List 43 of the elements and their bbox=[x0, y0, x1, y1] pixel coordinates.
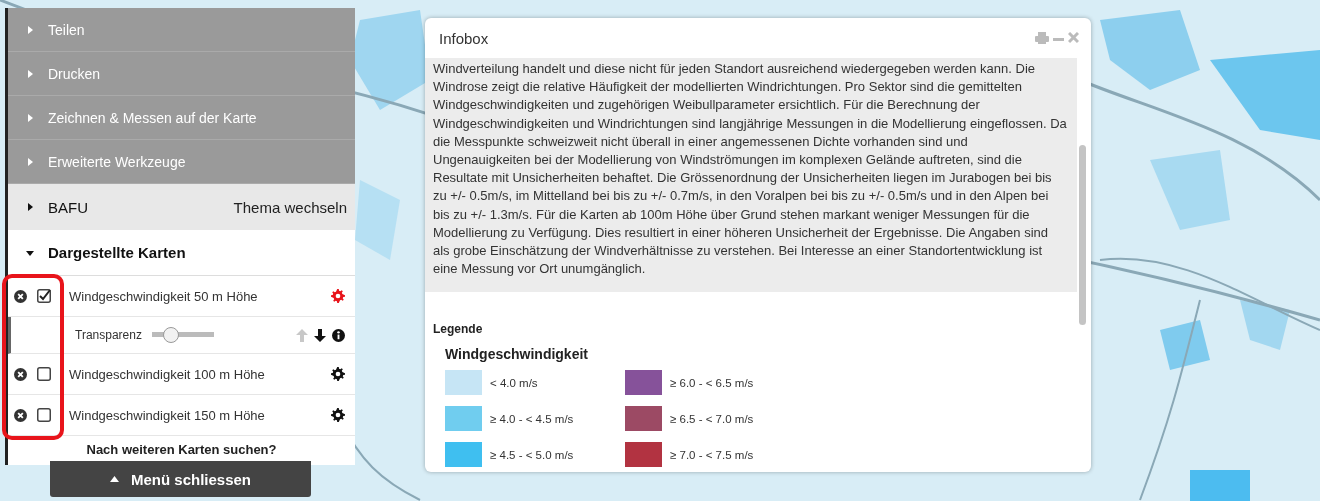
layer-name: Windgeschwindigkeit 150 m Höhe bbox=[69, 407, 266, 423]
legend-heading: Legende bbox=[433, 322, 484, 337]
close-menu-button[interactable]: Menü schliessen bbox=[50, 461, 311, 497]
theme-switch-link[interactable]: Thema wechseln bbox=[233, 198, 347, 216]
infobox-title: Infobox bbox=[439, 29, 489, 47]
caret-icon bbox=[26, 113, 34, 122]
legend-label: ≥ 4.0 - < 4.5 m/s bbox=[490, 412, 574, 425]
remove-icon[interactable] bbox=[14, 367, 27, 381]
caret-icon bbox=[26, 157, 34, 166]
checkbox[interactable] bbox=[37, 367, 51, 381]
menu-label: BAFU bbox=[48, 198, 89, 216]
scrollbar-thumb[interactable] bbox=[1079, 145, 1086, 325]
checkbox[interactable] bbox=[37, 408, 51, 422]
menu-label: Dargestellte Karten bbox=[48, 244, 187, 261]
search-more-link[interactable]: Nach weiteren Karten suchen? bbox=[86, 442, 277, 457]
info-icon[interactable] bbox=[332, 328, 345, 342]
slider-thumb[interactable] bbox=[162, 327, 179, 343]
caret-icon bbox=[26, 203, 34, 211]
caret-icon bbox=[109, 476, 119, 482]
menu-label: Zeichnen & Messen auf der Karte bbox=[48, 109, 258, 126]
caret-icon bbox=[26, 25, 34, 34]
caret-icon bbox=[26, 69, 34, 78]
legend-label: ≥ 4.5 - < 5.0 m/s bbox=[490, 448, 574, 461]
checkbox[interactable] bbox=[37, 289, 51, 303]
transparency-label: Transparenz bbox=[75, 328, 142, 342]
settings-icon[interactable] bbox=[331, 367, 345, 381]
settings-icon[interactable] bbox=[331, 408, 345, 422]
down-arrow-icon[interactable] bbox=[314, 328, 326, 342]
caret-icon bbox=[26, 248, 34, 257]
menu-label: Drucken bbox=[48, 65, 102, 82]
legend-label: ≥ 6.0 - < 6.5 m/s bbox=[670, 376, 754, 389]
legend-label: ≥ 6.5 - < 7.0 m/s bbox=[670, 412, 754, 425]
remove-icon[interactable] bbox=[14, 289, 27, 303]
legend-label: ≥ 7.0 - < 7.5 m/s bbox=[670, 448, 754, 461]
remove-icon[interactable] bbox=[14, 408, 27, 422]
menu-item[interactable]: BAFU Thema wechseln bbox=[8, 184, 355, 230]
menu-label: Teilen bbox=[48, 21, 86, 38]
info-paragraph: Windverteilung handelt und diese nicht für jeden Standort ausreichend wiedergegeben werden kann. Die Windrose zeigt die relative Häufigkeit der modellierten Windrichtungen. Pro Sektor sind die gemittelten Windgeschwindigkeiten und zugehörigen Weibullparameter ersichtlich. Für die Berechnung der Windgeschwindigkeiten und Windrichtungen sind langjährige Messungen in die Modellierung eingeflossen. Da die Messpunkte schweizweit nicht überall in einer angemessenen Dichte vorhanden sind und Ungenauigkeiten bei der Modellierung von Windströmungen im komplexen Gelände auftreten, sind die Resultate mit Unsicherheiten behaftet. Die Grössenordnung der Unsicherheiten liegen im Jurabogen bei bis zu +/- 0.5m/s, im Mittelland bei bis zu +/- 0.7m/s, in den Voralpen bei bis zu +/- 0.5m/s und in den Alpen bei bis zu +/- 1.3m/s. Für die Karten ab 100m Höhe über Grund stehen markant weniger Messungen für die Modellierung zu Verfügung. Dies resultiert in einer höheren Unsicherheit der Ergebnisse. Die Angaben sind als grobe Einschätzung der Windverhältnisse zu verstehen. Bei Interesse an einer Standortentwicklung ist eine Messung vor Ort unumgänglich. bbox=[433, 60, 1067, 279]
layer-name: Windgeschwindigkeit 50 m Höhe bbox=[69, 288, 259, 304]
legend-title: Windgeschwindigkeit bbox=[445, 346, 589, 363]
layer-name: Windgeschwindigkeit 100 m Höhe bbox=[69, 366, 266, 382]
legend-label: < 4.0 m/s bbox=[490, 376, 538, 389]
menu-label: Erweiterte Werkzeuge bbox=[48, 153, 187, 170]
